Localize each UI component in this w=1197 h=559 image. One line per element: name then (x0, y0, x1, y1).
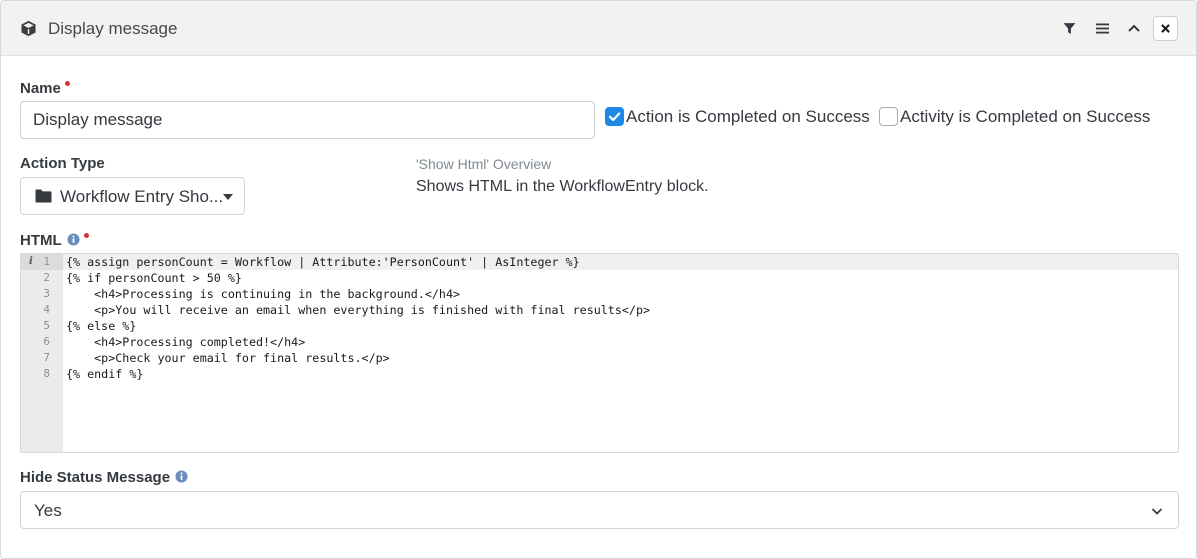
code-line: {% endif %} (66, 367, 144, 381)
code-line: <p>You will receive an email when everyt… (66, 303, 651, 317)
filter-button[interactable] (1057, 16, 1081, 40)
panel-header[interactable]: Display message (1, 1, 1196, 56)
line-number: 8 (43, 367, 50, 380)
collapse-button[interactable] (1122, 16, 1146, 40)
line-number: 2 (43, 271, 50, 284)
code-line: {% if personCount > 50 %} (66, 271, 242, 285)
action-panel: Display message Name Display message Act… (0, 0, 1197, 559)
menu-button[interactable] (1090, 16, 1114, 40)
name-label-text: Name (20, 80, 61, 97)
name-input[interactable]: Display message (20, 101, 595, 139)
html-label-text: HTML (20, 232, 62, 249)
hide-status-value: Yes (34, 501, 62, 520)
hide-status-label-text: Hide Status Message (20, 469, 171, 486)
chevron-up-icon (1128, 24, 1140, 32)
line-number: 1 (43, 255, 50, 268)
required-indicator (83, 233, 89, 238)
close-icon (1161, 24, 1170, 33)
html-label: HTML (20, 232, 89, 249)
checkmark-icon (608, 112, 621, 122)
caret-down-icon (223, 194, 233, 200)
line-number: 4 (43, 303, 50, 316)
hide-status-select[interactable]: Yes (20, 491, 1179, 529)
info-icon[interactable] (67, 233, 80, 246)
line-number: 6 (43, 335, 50, 348)
action-type-label: Action Type (20, 155, 105, 172)
panel-title: Display message (48, 19, 178, 38)
cube-icon (21, 20, 36, 37)
action-completed-checkbox[interactable] (605, 107, 624, 126)
line-number: 5 (43, 319, 50, 332)
action-type-value: Workflow Entry Sho... (60, 187, 224, 206)
line-number: 3 (43, 287, 50, 300)
code-line: <h4>Processing is continuing in the back… (66, 287, 461, 301)
filter-icon (1063, 22, 1075, 34)
name-label: Name (20, 80, 70, 97)
line-number: 7 (43, 351, 50, 364)
action-completed-label[interactable]: Action is Completed on Success (626, 107, 870, 127)
activity-completed-checkbox[interactable] (879, 107, 898, 126)
chevron-down-icon (1151, 508, 1163, 515)
folder-icon (35, 189, 52, 203)
activity-completed-label[interactable]: Activity is Completed on Success (900, 107, 1150, 127)
close-button[interactable] (1153, 16, 1178, 41)
code-line: {% else %} (66, 319, 137, 333)
bars-icon (1095, 23, 1109, 33)
action-type-picker[interactable]: Workflow Entry Sho... (20, 177, 245, 215)
overview-title: 'Show Html' Overview (416, 156, 552, 172)
info-icon[interactable] (175, 470, 188, 483)
hide-status-label: Hide Status Message (20, 469, 188, 486)
code-line: <h4>Processing completed!</h4> (66, 335, 306, 349)
required-indicator (64, 81, 70, 86)
overview-description: Shows HTML in the WorkflowEntry block. (416, 178, 709, 195)
html-code-editor[interactable]: i 1 2 3 4 5 6 7 8 {% assign personCount … (20, 253, 1179, 453)
code-line: {% assign personCount = Workflow | Attri… (66, 255, 580, 269)
code-line: <p>Check your email for final results.</… (66, 351, 390, 365)
